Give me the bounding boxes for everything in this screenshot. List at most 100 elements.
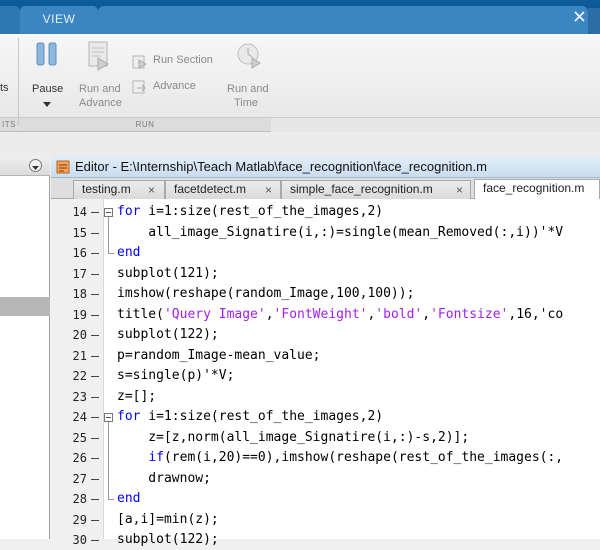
pause-button[interactable]: Pause: [24, 38, 70, 118]
fold-icon[interactable]: [104, 208, 113, 217]
ribbon-section-empty: [271, 117, 600, 132]
line-number: 30: [72, 533, 87, 547]
panel-header: [0, 156, 50, 176]
code-line[interactable]: [a,i]=min(z);: [117, 510, 219, 530]
close-icon[interactable]: ×: [265, 182, 272, 199]
ribbon-section-run: RUN: [19, 117, 271, 131]
advance-button[interactable]: Advance: [132, 79, 218, 97]
line-number: 16: [72, 246, 87, 260]
fold-guide: [108, 422, 109, 499]
file-tab-label: simple_face_recognition.m: [290, 182, 433, 196]
run-and-time-button[interactable]: Run and Time: [224, 38, 274, 118]
line-number: 23: [72, 389, 87, 404]
file-tab-label: facetdetect.m: [174, 182, 247, 196]
line-number: 20: [72, 328, 87, 342]
editor-window: Editor - E:\Internship\Teach Matlab\face…: [51, 156, 600, 547]
line-number: 28: [72, 492, 87, 506]
toolbar-gap: [0, 132, 600, 156]
line-number: 18: [72, 287, 87, 301]
file-tab-face-recognition[interactable]: face_recognition.m: [474, 179, 600, 199]
run-section-label: Run Section: [153, 54, 213, 66]
breakpoint-marker[interactable]: [91, 294, 99, 295]
code-line[interactable]: end: [117, 489, 140, 509]
ribbon-section-partial: ITS: [0, 117, 18, 131]
close-icon[interactable]: ×: [148, 182, 155, 199]
toolstrip-tabs: VIEW: [0, 0, 600, 34]
fold-guide: [108, 217, 109, 253]
run-time-icon: [237, 43, 261, 69]
advance-label: Advance: [153, 80, 196, 92]
breakpoint-marker[interactable]: [91, 417, 99, 418]
close-icon[interactable]: ×: [456, 182, 463, 199]
breakpoint-marker[interactable]: [91, 376, 99, 377]
code-line[interactable]: p=random_Image-mean_value;: [117, 346, 321, 366]
code-line[interactable]: subplot(121);: [117, 264, 219, 284]
breakpoint-marker[interactable]: [91, 458, 99, 459]
line-number: 27: [72, 471, 87, 486]
fold-guide-end: [108, 499, 114, 500]
tab-view[interactable]: VIEW: [20, 6, 98, 34]
ribbon-partial-label[interactable]: ts: [0, 82, 9, 95]
code-line[interactable]: s=single(p)'*V;: [117, 366, 234, 386]
run-advance-label-2: Advance: [79, 97, 122, 109]
editor-file-icon: [56, 160, 70, 174]
line-number: 22: [72, 369, 87, 383]
code-line[interactable]: z=[];: [117, 387, 156, 407]
run-and-advance-button[interactable]: Run and Advance: [76, 38, 126, 118]
code-line[interactable]: subplot(122);: [117, 325, 219, 345]
pause-icon: [36, 42, 57, 66]
line-number: 26: [72, 451, 87, 465]
pause-label: Pause: [32, 83, 64, 95]
breakpoint-marker[interactable]: [91, 478, 99, 480]
advance-icon: [132, 80, 146, 94]
code-line[interactable]: all_image_Signatire(i,:)=single(mean_Rem…: [117, 223, 563, 243]
line-number: 21: [72, 348, 87, 363]
run-section-icon: [132, 55, 148, 69]
run-advance-icon: [88, 41, 109, 71]
code-line[interactable]: end: [117, 243, 140, 263]
tabstrip-background: [98, 6, 588, 34]
code-line[interactable]: z=[z,norm(all_image_Signatire(i,:)-s,2)]…: [117, 428, 469, 448]
code-line[interactable]: for i=1:size(rest_of_the_images,2): [117, 407, 383, 427]
breakpoint-marker[interactable]: [91, 273, 99, 275]
breakpoint-marker[interactable]: [91, 499, 99, 500]
breakpoint-marker[interactable]: [91, 253, 99, 254]
code-line[interactable]: if(rem(i,20)==0),imshow(reshape(rest_of_…: [117, 448, 563, 468]
run-section-button[interactable]: Run Section: [132, 52, 218, 70]
tab-previous[interactable]: [0, 6, 20, 34]
breakpoint-marker[interactable]: [91, 519, 99, 521]
selected-row[interactable]: [0, 297, 50, 316]
line-number: 15: [72, 225, 87, 240]
breakpoint-marker[interactable]: [91, 540, 99, 541]
fold-icon[interactable]: [104, 413, 113, 422]
run-time-label-2: Time: [234, 97, 259, 109]
current-folder-panel: [0, 156, 50, 539]
breakpoint-marker[interactable]: [91, 212, 99, 213]
code-line[interactable]: subplot(122);: [117, 530, 219, 550]
code-line[interactable]: drawnow;: [117, 469, 211, 489]
code-line[interactable]: for i=1:size(rest_of_the_images,2): [117, 202, 383, 222]
run-advance-label-1: Run and: [79, 83, 121, 95]
file-tab-testing[interactable]: testing.m ×: [73, 180, 165, 199]
tabstrip-edge: [588, 8, 600, 34]
run-time-label-1: Run and: [227, 83, 269, 95]
editor-titlebar: Editor - E:\Internship\Teach Matlab\face…: [51, 156, 600, 178]
file-tab-simple-face-recognition[interactable]: simple_face_recognition.m ×: [281, 180, 471, 199]
file-tab-label: face_recognition.m: [483, 181, 585, 195]
breakpoint-marker[interactable]: [91, 396, 99, 398]
breakpoint-marker[interactable]: [91, 335, 99, 336]
fold-guide-end: [108, 253, 114, 254]
code-line[interactable]: title('Query Image','FontWeight','bold',…: [117, 305, 563, 325]
line-number: 29: [72, 512, 87, 527]
breakpoint-marker[interactable]: [91, 314, 99, 316]
breakpoint-marker[interactable]: [91, 437, 99, 439]
breakpoint-marker[interactable]: [91, 355, 99, 357]
panel-menu-icon[interactable]: [29, 159, 42, 172]
code-line[interactable]: imshow(reshape(random_Image,100,100));: [117, 284, 414, 304]
editor-title: Editor - E:\Internship\Teach Matlab\face…: [75, 159, 487, 174]
line-number: 14: [72, 205, 87, 219]
line-number: 17: [72, 266, 87, 281]
file-tab-facetdetect[interactable]: facetdetect.m ×: [165, 180, 281, 199]
breakpoint-marker[interactable]: [91, 232, 99, 234]
close-icon[interactable]: [574, 11, 585, 22]
